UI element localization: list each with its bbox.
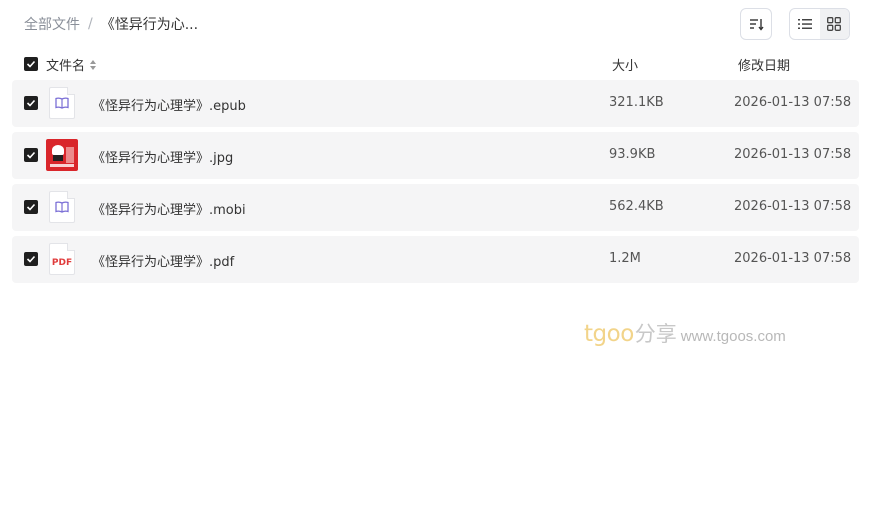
row-checkbox[interactable] — [24, 200, 38, 214]
grid-view-icon — [827, 17, 842, 31]
check-icon — [26, 255, 36, 263]
column-header-size[interactable]: 大小 — [612, 55, 638, 74]
pdf-badge: PDF — [51, 258, 73, 268]
list-view-button[interactable] — [790, 9, 820, 39]
list-view-icon — [797, 19, 812, 29]
watermark-brand: tgoo — [584, 321, 634, 347]
file-date: 2026-01-13 07:58 — [734, 251, 852, 266]
check-icon — [26, 99, 36, 107]
watermark: tgoo 分享 www.tgoos.com — [584, 318, 786, 348]
column-header-date[interactable]: 修改日期 — [738, 55, 790, 74]
select-all-checkbox[interactable] — [24, 57, 38, 71]
breadcrumb: 全部文件 / 《怪异行为心... — [24, 14, 198, 34]
table-row[interactable]: 《怪异行为心理学》.jpg 93.9KB 2026-01-13 07:58 — [12, 132, 859, 179]
file-name[interactable]: 《怪异行为心理学》.mobi — [92, 199, 246, 218]
grid-view-button[interactable] — [819, 9, 849, 39]
row-checkbox[interactable] — [24, 148, 38, 162]
table-row[interactable]: PDF 《怪异行为心理学》.pdf 1.2M 2026-01-13 07:58 — [12, 236, 859, 283]
table-row[interactable]: 《怪异行为心理学》.mobi 562.4KB 2026-01-13 07:58 — [12, 184, 859, 231]
file-size: 93.9KB — [609, 147, 656, 162]
sort-button[interactable] — [740, 8, 772, 40]
image-thumbnail — [46, 139, 78, 171]
table-row[interactable]: 《怪异行为心理学》.epub 321.1KB 2026-01-13 07:58 — [12, 80, 859, 127]
file-size: 1.2M — [609, 251, 641, 266]
pdf-icon: PDF — [46, 243, 78, 275]
check-icon — [26, 60, 36, 68]
sort-icon — [750, 19, 764, 31]
view-toggle — [789, 8, 850, 40]
ebook-icon — [46, 191, 78, 223]
watermark-cn: 分享 — [634, 322, 677, 346]
row-checkbox[interactable] — [24, 96, 38, 110]
check-icon — [26, 203, 36, 211]
sort-caret-icon — [90, 59, 97, 70]
check-icon — [26, 151, 36, 159]
breadcrumb-current-folder: 《怪异行为心... — [100, 17, 199, 33]
file-date: 2026-01-13 07:58 — [734, 147, 852, 162]
file-date: 2026-01-13 07:58 — [734, 95, 852, 110]
file-size: 562.4KB — [609, 199, 664, 214]
table-header: 文件名 大小 修改日期 — [12, 52, 859, 76]
file-size: 321.1KB — [609, 95, 664, 110]
row-checkbox[interactable] — [24, 252, 38, 266]
ebook-icon — [46, 87, 78, 119]
file-name[interactable]: 《怪异行为心理学》.pdf — [92, 251, 234, 270]
file-date: 2026-01-13 07:58 — [734, 199, 852, 214]
breadcrumb-separator: / — [88, 16, 93, 32]
watermark-url: www.tgoos.com — [680, 328, 786, 345]
column-header-name-label: 文件名 — [46, 59, 86, 74]
file-name[interactable]: 《怪异行为心理学》.jpg — [92, 147, 233, 166]
file-name[interactable]: 《怪异行为心理学》.epub — [92, 95, 246, 114]
column-header-name[interactable]: 文件名 — [46, 55, 97, 74]
breadcrumb-root-link[interactable]: 全部文件 — [24, 14, 80, 34]
